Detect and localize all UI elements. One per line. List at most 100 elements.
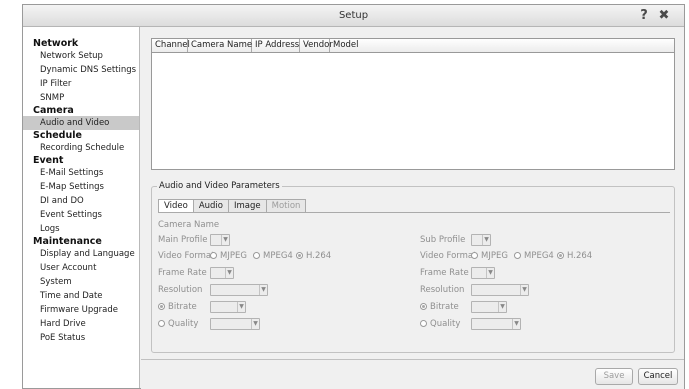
radio-checked-icon[interactable] (296, 252, 303, 259)
chevron-down-icon: ▼ (482, 235, 490, 245)
sub-quality-option[interactable]: Quality (420, 319, 460, 329)
radio-icon[interactable] (420, 320, 427, 327)
main-bitrate-option[interactable]: Bitrate (158, 302, 197, 312)
radio-icon[interactable] (514, 252, 521, 259)
main-quality-label: Quality (168, 319, 199, 329)
main-format-h264-option[interactable]: H.264 (296, 251, 331, 261)
main-format-h264-label: H.264 (306, 251, 332, 261)
chevron-down-icon: ▼ (498, 302, 506, 312)
sub-format-h264-option[interactable]: H.264 (557, 251, 592, 261)
parameter-tabs: Video Audio Image Motion (158, 199, 307, 212)
column-header-camera-name[interactable]: Camera Name (188, 39, 252, 52)
main-resolution-dropdown[interactable]: ▼ (210, 284, 268, 296)
dialog-footer: Save Cancel (141, 359, 684, 389)
column-header-model[interactable]: Model (330, 39, 674, 52)
radio-icon[interactable] (471, 252, 478, 259)
sub-profile-dropdown[interactable]: ▼ (471, 234, 491, 246)
chevron-down-icon: ▼ (520, 285, 528, 295)
main-bitrate-label: Bitrate (168, 302, 197, 312)
chevron-down-icon: ▼ (237, 302, 245, 312)
setup-window: Setup ? ✖ Network Network Setup Dynamic … (22, 4, 685, 389)
sub-resolution-dropdown[interactable]: ▼ (471, 284, 529, 296)
sidebar-item-network-setup[interactable]: Network Setup (23, 49, 139, 63)
chevron-down-icon: ▼ (486, 268, 494, 278)
sub-format-mpeg4-option[interactable]: MPEG4 (514, 251, 554, 261)
panel-legend: Audio and Video Parameters (157, 181, 282, 191)
main-frame-rate-dropdown[interactable]: ▼ (210, 267, 234, 279)
column-header-channel[interactable]: Channel (152, 39, 190, 52)
sidebar-item-poe-status[interactable]: PoE Status (23, 331, 139, 345)
sidebar-item-display-and-language[interactable]: Display and Language (23, 247, 139, 261)
sidebar-item-system[interactable]: System (23, 275, 139, 289)
radio-checked-icon[interactable] (158, 303, 165, 310)
sub-quality-label: Quality (430, 319, 461, 329)
chevron-down-icon: ▼ (225, 268, 233, 278)
main-content: Channel Camera Name IP Address Vendor Mo… (141, 27, 684, 359)
column-header-ip-address[interactable]: IP Address (252, 39, 300, 52)
tab-audio[interactable]: Audio (192, 199, 229, 212)
main-format-mjpeg-option[interactable]: MJPEG (210, 251, 247, 261)
sub-quality-dropdown[interactable]: ▼ (471, 318, 521, 330)
sidebar-group-network: Network (33, 38, 79, 49)
sidebar-item-email-settings[interactable]: E-Mail Settings (23, 166, 139, 180)
sidebar-item-snmp[interactable]: SNMP (23, 91, 139, 105)
sub-bitrate-label: Bitrate (430, 302, 459, 312)
main-video-format-label: Video Format (158, 251, 215, 261)
sub-bitrate-option[interactable]: Bitrate (420, 302, 459, 312)
sidebar-item-recording-schedule[interactable]: Recording Schedule (23, 141, 139, 155)
sidebar-item-audio-and-video[interactable]: Audio and Video (23, 116, 139, 130)
tab-divider (158, 212, 670, 213)
sub-resolution-label: Resolution (420, 285, 465, 295)
sidebar-item-di-and-do[interactable]: DI and DO (23, 194, 139, 208)
help-icon[interactable]: ? (636, 8, 652, 24)
radio-icon[interactable] (210, 252, 217, 259)
main-quality-option[interactable]: Quality (158, 319, 198, 329)
window-title: Setup (338, 10, 369, 21)
sidebar-item-logs[interactable]: Logs (23, 222, 139, 236)
sidebar-item-emap-settings[interactable]: E-Map Settings (23, 180, 139, 194)
radio-checked-icon[interactable] (420, 303, 427, 310)
column-header-vendor[interactable]: Vendor (300, 39, 333, 52)
sidebar-group-maintenance: Maintenance (33, 236, 102, 247)
radio-icon[interactable] (158, 320, 165, 327)
sidebar-group-schedule: Schedule (33, 130, 82, 141)
settings-sidebar: Network Network Setup Dynamic DNS Settin… (23, 27, 140, 388)
tab-motion[interactable]: Motion (265, 199, 307, 212)
cancel-button[interactable]: Cancel (638, 368, 678, 385)
sidebar-item-ip-filter[interactable]: IP Filter (23, 77, 139, 91)
tab-image[interactable]: Image (228, 199, 267, 212)
sidebar-group-event: Event (33, 155, 64, 166)
main-profile-dropdown[interactable]: ▼ (210, 234, 230, 246)
sidebar-item-user-account[interactable]: User Account (23, 261, 139, 275)
sub-format-h264-label: H.264 (567, 251, 593, 261)
sidebar-item-firmware-upgrade[interactable]: Firmware Upgrade (23, 303, 139, 317)
title-bar: Setup ? ✖ (23, 5, 684, 27)
sub-format-mjpeg-label: MJPEG (481, 251, 508, 261)
sidebar-item-event-settings[interactable]: Event Settings (23, 208, 139, 222)
chevron-down-icon: ▼ (251, 319, 259, 329)
audio-video-parameters-panel: Audio and Video Parameters Video Audio I… (151, 181, 675, 353)
radio-checked-icon[interactable] (557, 252, 564, 259)
close-icon[interactable]: ✖ (656, 8, 672, 24)
main-resolution-label: Resolution (158, 285, 203, 295)
save-button[interactable]: Save (595, 368, 633, 385)
sub-format-mjpeg-option[interactable]: MJPEG (471, 251, 508, 261)
main-frame-rate-label: Frame Rate (158, 268, 207, 278)
sub-frame-rate-dropdown[interactable]: ▼ (471, 267, 495, 279)
radio-icon[interactable] (253, 252, 260, 259)
chevron-down-icon: ▼ (221, 235, 229, 245)
camera-table[interactable]: Channel Camera Name IP Address Vendor Mo… (151, 38, 675, 170)
main-quality-dropdown[interactable]: ▼ (210, 318, 260, 330)
sidebar-item-time-and-date[interactable]: Time and Date (23, 289, 139, 303)
sub-profile-label: Sub Profile (420, 235, 466, 245)
main-format-mpeg4-option[interactable]: MPEG4 (253, 251, 293, 261)
sub-frame-rate-label: Frame Rate (420, 268, 469, 278)
sidebar-item-hard-drive[interactable]: Hard Drive (23, 317, 139, 331)
main-bitrate-dropdown[interactable]: ▼ (210, 301, 246, 313)
tab-video[interactable]: Video (158, 199, 194, 212)
sidebar-group-camera: Camera (33, 105, 74, 116)
sub-video-format-label: Video Format (420, 251, 477, 261)
sub-bitrate-dropdown[interactable]: ▼ (471, 301, 507, 313)
main-format-mpeg4-label: MPEG4 (263, 251, 293, 261)
sidebar-item-dynamic-dns[interactable]: Dynamic DNS Settings (23, 63, 139, 77)
